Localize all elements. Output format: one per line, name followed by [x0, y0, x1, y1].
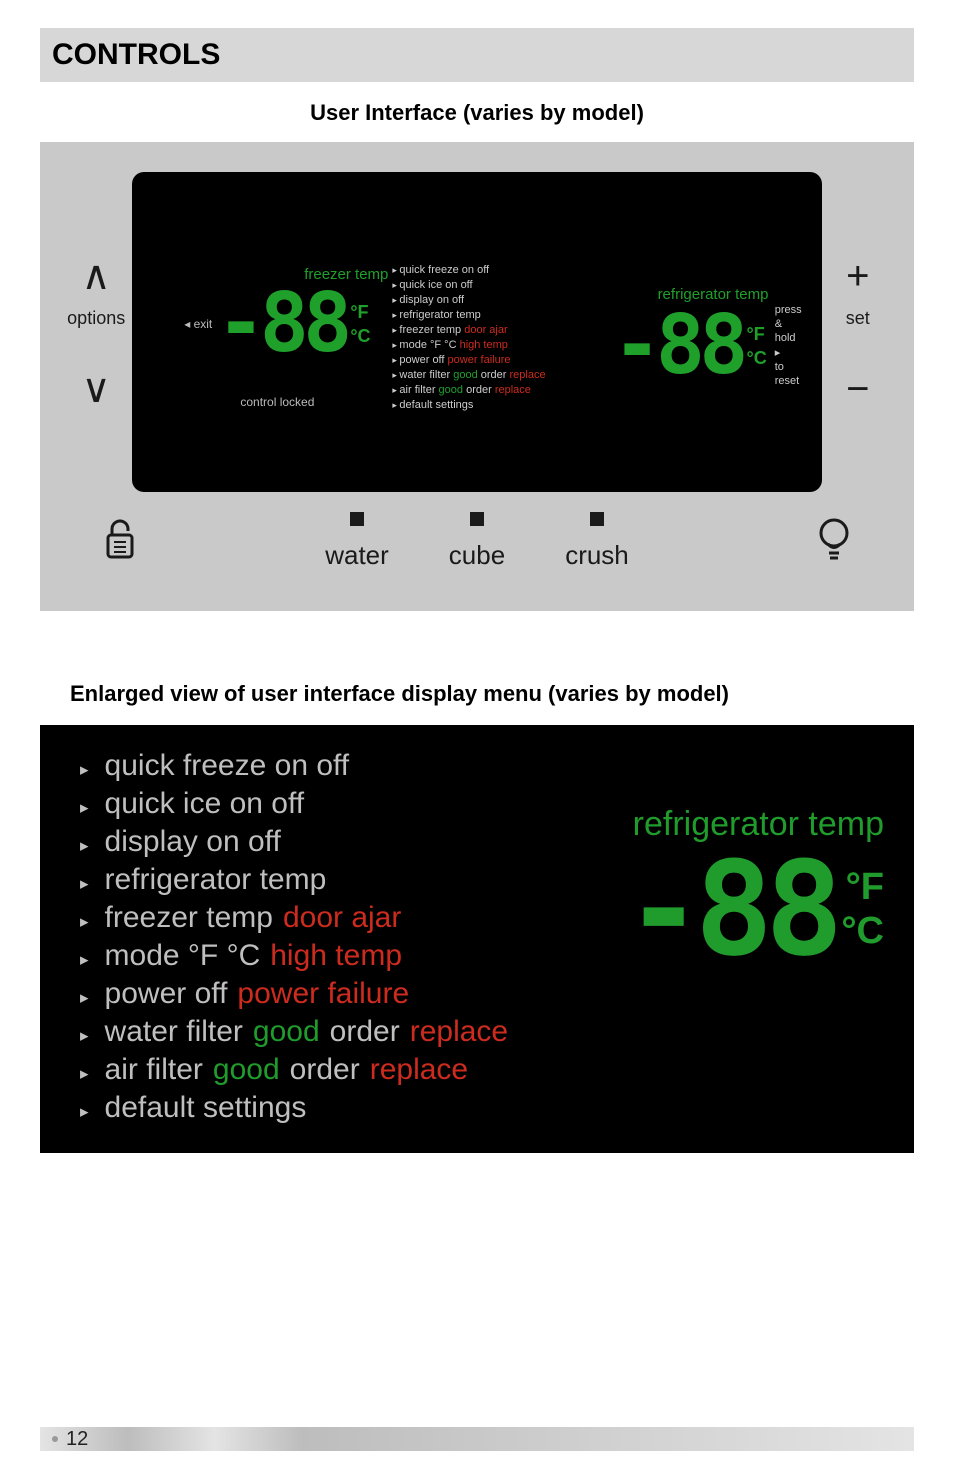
triangle-icon: ▸	[80, 836, 89, 856]
refrigerator-deg-c: °C	[747, 349, 767, 367]
set-plus-button[interactable]: +	[846, 256, 869, 296]
menu-item-small: air filter good order replace	[392, 384, 612, 396]
page-footer: 12	[40, 1427, 914, 1451]
light-bulb-icon[interactable]	[774, 517, 894, 571]
enlarged-display: ▸quick freeze on off▸quick ice on off▸di…	[40, 725, 914, 1153]
dispense-cube-label: cube	[449, 540, 505, 571]
menu-item-large: ▸quick freeze on off	[80, 747, 888, 785]
enlarged-temp-value: -88	[625, 844, 836, 974]
triangle-icon: ▸	[80, 1026, 89, 1046]
exit-label: ◂ exit	[184, 317, 212, 331]
dispense-crush-button[interactable]: crush	[565, 512, 629, 571]
menu-item-small: quick ice on off	[392, 279, 612, 291]
menu-item-small: display on off	[392, 294, 612, 306]
menu-item-large: ▸air filtergoodorderreplace	[80, 1051, 888, 1089]
menu-item-large: ▸water filtergoodorderreplace	[80, 1013, 888, 1051]
menu-item-small: refrigerator temp	[392, 309, 612, 321]
options-up-button[interactable]: ∧	[82, 256, 111, 296]
menu-item-small: default settings	[392, 399, 612, 411]
set-label: set	[846, 308, 870, 329]
triangle-icon: ▸	[80, 1102, 89, 1122]
options-down-button[interactable]: ∨	[82, 369, 111, 409]
menu-item-small: water filter good order replace	[392, 369, 612, 381]
square-icon	[350, 512, 364, 526]
enlarged-deg-f: °F	[841, 868, 884, 906]
control-locked-label: control locked	[240, 395, 314, 409]
dispense-crush-label: crush	[565, 540, 629, 571]
square-icon	[470, 512, 484, 526]
options-label: options	[67, 308, 125, 329]
page-number: 12	[66, 1428, 88, 1451]
triangle-icon: ▸	[80, 760, 89, 780]
menu-item-large: ▸default settings	[80, 1089, 888, 1127]
enlarged-seven-segment: -88 °F °C	[625, 844, 884, 974]
freezer-seven-segment: -88 °F °C	[216, 283, 370, 365]
menu-item-small: freezer temp door ajar	[392, 324, 612, 336]
dispense-water-button[interactable]: water	[325, 512, 389, 571]
menu-item-small: power off power failure	[392, 354, 612, 366]
lock-icon[interactable]	[60, 517, 180, 571]
refrigerator-temp-value: -88	[612, 305, 742, 387]
triangle-icon: ▸	[80, 798, 89, 818]
freezer-temp-section: freezer temp ◂ exit -88 °F °C control lo…	[162, 202, 392, 472]
enlarged-temp-section: refrigerator temp -88 °F °C	[625, 805, 884, 974]
refrigerator-seven-segment: -88 °F °C	[612, 305, 766, 387]
set-minus-button[interactable]: −	[846, 369, 869, 409]
dispense-water-label: water	[325, 540, 389, 571]
menu-item-small: quick freeze on off	[392, 264, 612, 276]
dispense-cube-button[interactable]: cube	[449, 512, 505, 571]
enlarged-subtitle: Enlarged view of user interface display …	[70, 681, 904, 707]
control-panel-diagram: ∧ options ∨ freezer temp ◂ exit -88 °F °…	[40, 142, 914, 611]
triangle-icon: ▸	[80, 988, 89, 1008]
menu-list-small: quick freeze on off quick ice on off displ…	[392, 202, 612, 472]
triangle-icon: ▸	[80, 950, 89, 970]
lcd-display: freezer temp ◂ exit -88 °F °C control lo…	[132, 172, 821, 492]
section-title: CONTROLS	[40, 28, 914, 82]
triangle-icon: ▸	[80, 912, 89, 932]
freezer-deg-c: °C	[350, 327, 370, 345]
menu-item-small: mode °F °C high temp	[392, 339, 612, 351]
refrigerator-deg-f: °F	[747, 325, 767, 343]
refrigerator-temp-section: refrigerator temp -88 °F °C press & hold…	[612, 202, 801, 472]
left-button-column: ∧ options ∨	[60, 256, 132, 409]
freezer-temp-value: -88	[216, 283, 346, 365]
triangle-icon: ▸	[80, 874, 89, 894]
triangle-icon: ▸	[80, 1064, 89, 1084]
enlarged-deg-c: °C	[841, 912, 884, 950]
right-button-column: + set −	[822, 256, 894, 409]
panel-subtitle: User Interface (varies by model)	[40, 100, 914, 126]
press-hold-text: press & hold ▸ to reset	[775, 303, 802, 389]
square-icon	[590, 512, 604, 526]
freezer-deg-f: °F	[350, 303, 370, 321]
